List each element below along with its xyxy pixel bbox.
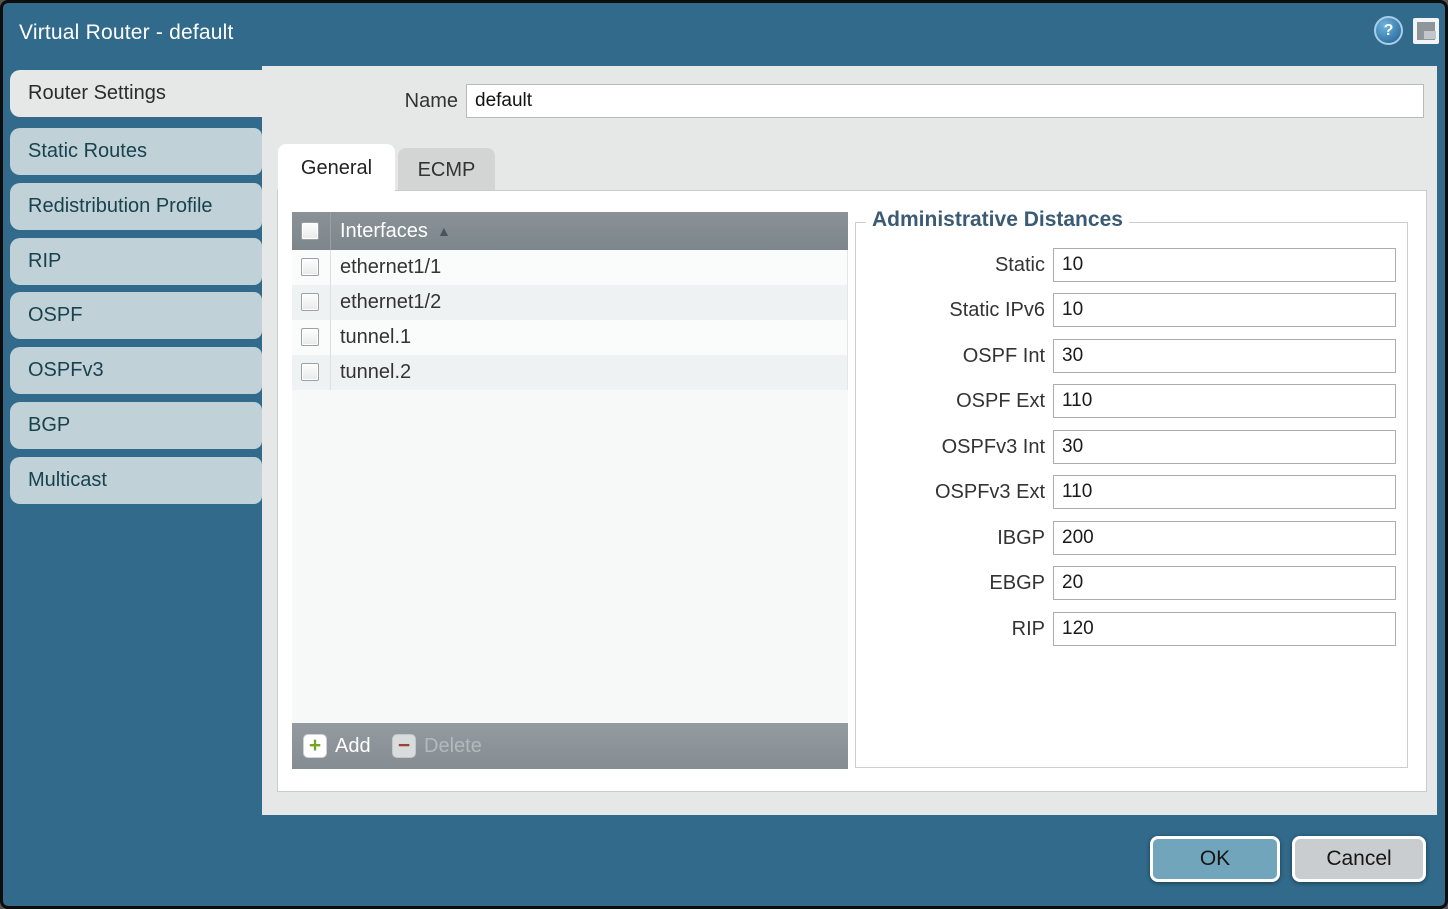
row-column-divider — [330, 250, 331, 285]
row-checkbox[interactable] — [301, 258, 319, 276]
static-ipv6-input[interactable] — [1053, 293, 1396, 327]
name-label: Name — [333, 85, 458, 118]
restore-window-icon-inner — [1417, 22, 1435, 40]
interface-name: tunnel.2 — [340, 355, 411, 390]
row-column-divider — [330, 355, 331, 390]
ospf-int-input[interactable] — [1053, 339, 1396, 373]
row-checkbox[interactable] — [301, 363, 319, 381]
interface-name: tunnel.1 — [340, 320, 411, 355]
dialog-title: Virtual Router - default — [19, 3, 234, 63]
sidebar-item-ospfv3[interactable]: OSPFv3 — [10, 347, 262, 394]
ospf-int-label: OSPF Int — [843, 339, 1045, 373]
table-row[interactable]: ethernet1/2 — [292, 285, 847, 320]
restore-window-icon-glyph — [1424, 31, 1436, 39]
rip-input[interactable] — [1053, 612, 1396, 646]
interfaces-table-header: Interfaces ▲ — [292, 212, 848, 250]
row-column-divider — [330, 285, 331, 320]
sidebar-item-static-routes[interactable]: Static Routes — [10, 128, 262, 175]
static-label: Static — [843, 248, 1045, 282]
ibgp-label: IBGP — [843, 521, 1045, 555]
sidebar-item-rip[interactable]: RIP — [10, 238, 262, 285]
interface-name: ethernet1/1 — [340, 250, 441, 285]
ospfv3-ext-input[interactable] — [1053, 475, 1396, 509]
tab-general[interactable]: General — [278, 144, 395, 191]
static-ipv6-label: Static IPv6 — [843, 293, 1045, 327]
interfaces-toolbar: + Add − Delete — [292, 723, 848, 769]
interface-name: ethernet1/2 — [340, 285, 441, 320]
sidebar-item-router-settings[interactable]: Router Settings — [10, 70, 262, 117]
tab-ecmp[interactable]: ECMP — [398, 148, 495, 191]
delete-button-label: Delete — [424, 723, 482, 769]
ebgp-input[interactable] — [1053, 566, 1396, 600]
sidebar-item-ospf[interactable]: OSPF — [10, 292, 262, 339]
ebgp-label: EBGP — [843, 566, 1045, 600]
sidebar-item-redistribution-profile[interactable]: Redistribution Profile — [10, 183, 262, 230]
admin-distances-legend: Administrative Distances — [866, 208, 1129, 232]
static-input[interactable] — [1053, 248, 1396, 282]
cancel-button[interactable]: Cancel — [1292, 836, 1426, 882]
ospf-ext-label: OSPF Ext — [843, 384, 1045, 418]
interfaces-rows: ethernet1/1 ethernet1/2 tunnel.1 tunnel.… — [292, 250, 848, 390]
restore-window-icon[interactable] — [1413, 18, 1439, 44]
dialog-titlebar: Virtual Router - default ? — [3, 3, 1445, 66]
select-all-checkbox[interactable] — [301, 222, 319, 240]
virtual-router-dialog: Virtual Router - default ? Router Settin… — [0, 0, 1448, 909]
row-checkbox[interactable] — [301, 293, 319, 311]
delete-button[interactable]: − Delete — [392, 723, 502, 769]
table-row[interactable]: tunnel.2 — [292, 355, 847, 390]
row-checkbox[interactable] — [301, 328, 319, 346]
sort-asc-icon[interactable]: ▲ — [437, 212, 451, 250]
ospfv3-int-input[interactable] — [1053, 430, 1396, 464]
help-icon[interactable]: ? — [1374, 16, 1403, 45]
ospf-ext-input[interactable] — [1053, 384, 1396, 418]
table-row[interactable]: tunnel.1 — [292, 320, 847, 355]
minus-icon: − — [392, 734, 416, 758]
rip-label: RIP — [843, 612, 1045, 646]
ospfv3-int-label: OSPFv3 Int — [843, 430, 1045, 464]
interfaces-column-header[interactable]: Interfaces — [340, 212, 428, 250]
add-button[interactable]: + Add — [303, 723, 388, 769]
ok-button[interactable]: OK — [1150, 836, 1280, 882]
table-row[interactable]: ethernet1/1 — [292, 250, 847, 285]
sidebar-item-multicast[interactable]: Multicast — [10, 457, 262, 504]
add-button-label: Add — [335, 723, 371, 769]
name-input[interactable] — [466, 84, 1424, 118]
row-column-divider — [330, 320, 331, 355]
ibgp-input[interactable] — [1053, 521, 1396, 555]
plus-icon: + — [303, 734, 327, 758]
header-column-divider — [330, 212, 331, 250]
sidebar-item-bgp[interactable]: BGP — [10, 402, 262, 449]
ospfv3-ext-label: OSPFv3 Ext — [843, 475, 1045, 509]
interfaces-table: Interfaces ▲ ethernet1/1 ethernet1/2 tun… — [292, 212, 848, 769]
